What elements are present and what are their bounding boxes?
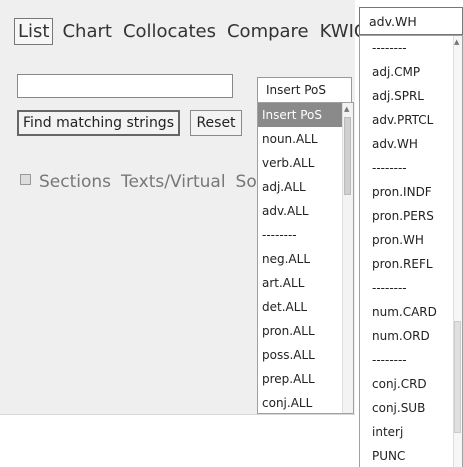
find-matching-strings-button[interactable]: Find matching strings — [17, 110, 180, 136]
pos-option[interactable]: interj — [360, 420, 462, 444]
sections-checkbox[interactable] — [20, 174, 31, 185]
pos-option[interactable]: -------- — [360, 36, 462, 60]
pos-select-secondary[interactable]: adv.WH — [359, 7, 463, 35]
pos-option[interactable]: conj.ALL — [258, 391, 353, 413]
pos-option[interactable]: num.CARD — [360, 300, 462, 324]
pos-option[interactable]: adv.ALL — [258, 199, 353, 223]
pos-option[interactable]: det.ALL — [258, 295, 353, 319]
pos-option[interactable]: pron.INDF — [360, 180, 462, 204]
tab-chart[interactable]: Chart — [60, 18, 113, 45]
pos-option[interactable]: neg.ALL — [258, 247, 353, 271]
pos-option[interactable]: PUNC — [360, 444, 462, 467]
tab-collocates[interactable]: Collocates — [121, 18, 218, 45]
pos-option[interactable]: noun.ALL — [258, 127, 353, 151]
pos-option[interactable]: adj.CMP — [360, 60, 462, 84]
sections-label: Sections — [39, 172, 112, 192]
pos-scrollbar[interactable]: ▲ — [342, 103, 353, 413]
search-input[interactable] — [17, 74, 233, 98]
scroll-up-icon[interactable]: ▲ — [344, 105, 349, 113]
pos-option[interactable]: prep.ALL — [258, 367, 353, 391]
query-panel: List Chart Collocates Compare KWIC Find … — [0, 0, 366, 415]
pos-dropdown-list[interactable]: Insert PoS noun.ALL verb.ALL adj.ALL adv.ALL… — [257, 102, 354, 414]
tab-compare[interactable]: Compare — [225, 18, 311, 45]
pos-option[interactable]: conj.CRD — [360, 372, 462, 396]
view-tabs: List Chart Collocates Compare KWIC — [14, 14, 375, 48]
secondary-scrollbar-thumb[interactable] — [454, 321, 461, 433]
pos-option[interactable]: -------- — [360, 348, 462, 372]
pos-option[interactable]: num.ORD — [360, 324, 462, 348]
tab-list[interactable]: List — [14, 17, 54, 45]
options-row: Sections Texts/Virtual So — [20, 172, 267, 192]
pos-option[interactable]: conj.SUB — [360, 396, 462, 420]
pos-option[interactable]: pron.REFL — [360, 252, 462, 276]
texts-virtual-label[interactable]: Texts/Virtual — [121, 172, 226, 192]
sort-label[interactable]: So — [236, 172, 257, 192]
pos-option[interactable]: -------- — [360, 156, 462, 180]
pos-option[interactable]: adj.ALL — [258, 175, 353, 199]
pos-option[interactable]: pron.ALL — [258, 319, 353, 343]
pos-option[interactable]: poss.ALL — [258, 343, 353, 367]
pos-option[interactable]: adv.WH — [360, 132, 462, 156]
pos-option[interactable]: art.ALL — [258, 271, 353, 295]
secondary-scrollbar[interactable]: ▲ — [453, 36, 462, 467]
pos-option[interactable]: adj.SPRL — [360, 84, 462, 108]
pos-option[interactable]: -------- — [258, 223, 353, 247]
reset-button[interactable]: Reset — [190, 110, 242, 136]
pos-option[interactable]: Insert PoS — [258, 103, 353, 127]
pos-select[interactable]: Insert PoS — [257, 77, 352, 103]
pos-option[interactable]: verb.ALL — [258, 151, 353, 175]
pos-option[interactable]: pron.WH — [360, 228, 462, 252]
pos-scrollbar-thumb[interactable] — [344, 117, 351, 195]
pos-option[interactable]: pron.PERS — [360, 204, 462, 228]
pos-dropdown-list-secondary[interactable]: -------- adj.CMP adj.SPRL adv.PRTCL adv.WH --… — [359, 35, 463, 467]
pos-option[interactable]: -------- — [360, 276, 462, 300]
pos-option[interactable]: adv.PRTCL — [360, 108, 462, 132]
scroll-up-icon[interactable]: ▲ — [454, 38, 459, 46]
